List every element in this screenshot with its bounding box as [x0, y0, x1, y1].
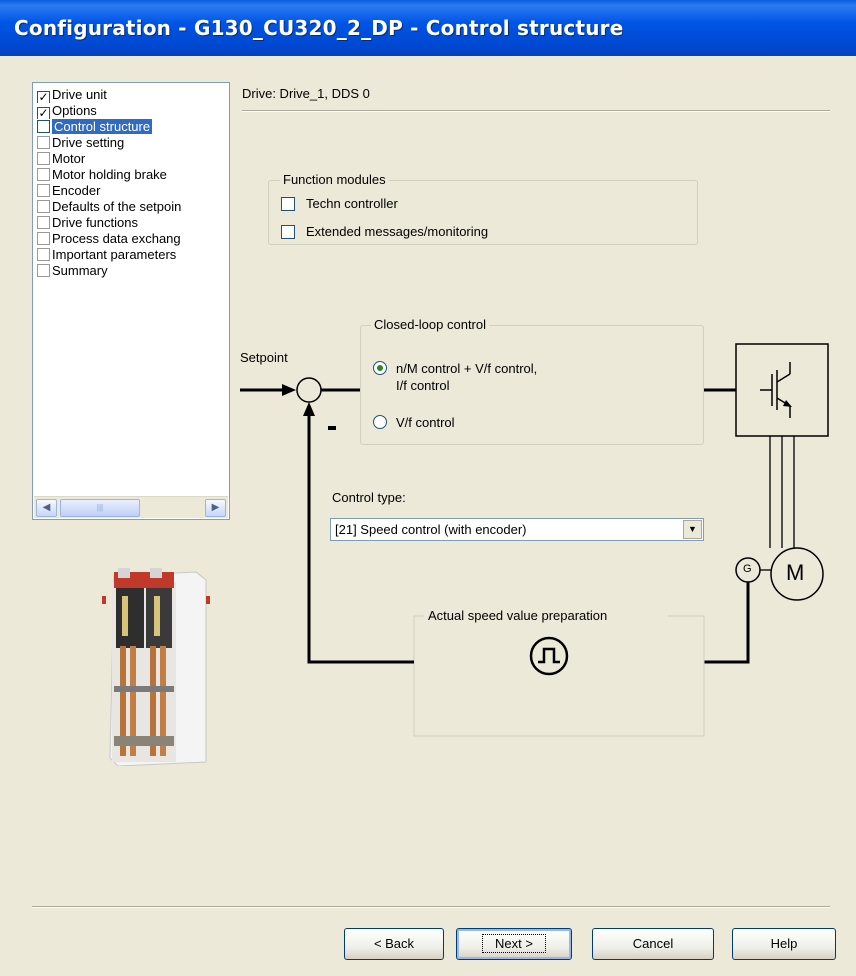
footer-divider	[32, 906, 830, 908]
inverter-box	[735, 343, 829, 437]
encoder-feedback-line	[704, 582, 750, 664]
dropdown-arrow-icon[interactable]: ▼	[683, 520, 702, 539]
igbt-icon	[760, 362, 791, 418]
actual-speed-title: Actual speed value preparation	[428, 608, 608, 623]
setpoint-arrow-icon	[282, 384, 296, 396]
cancel-button[interactable]: Cancel	[592, 928, 714, 960]
setpoint-label: Setpoint	[240, 350, 288, 365]
control-type-label: Control type:	[332, 490, 406, 505]
summing-junction-icon	[296, 377, 322, 403]
encoder-label: G	[743, 563, 752, 575]
back-button[interactable]: < Back	[344, 928, 444, 960]
control-type-select[interactable]: [21] Speed control (with encoder) ▼	[330, 518, 704, 541]
feedback-arrow-icon	[303, 402, 315, 416]
control-structure-diagram	[240, 343, 829, 737]
pulse-encoder-icon	[529, 636, 569, 676]
actual-speed-box	[413, 615, 705, 737]
next-button[interactable]: Next >	[456, 928, 572, 960]
minus-sign-icon	[328, 426, 336, 430]
help-button[interactable]: Help	[732, 928, 836, 960]
motor-label: M	[786, 560, 805, 585]
control-type-value: [21] Speed control (with encoder)	[335, 522, 527, 537]
